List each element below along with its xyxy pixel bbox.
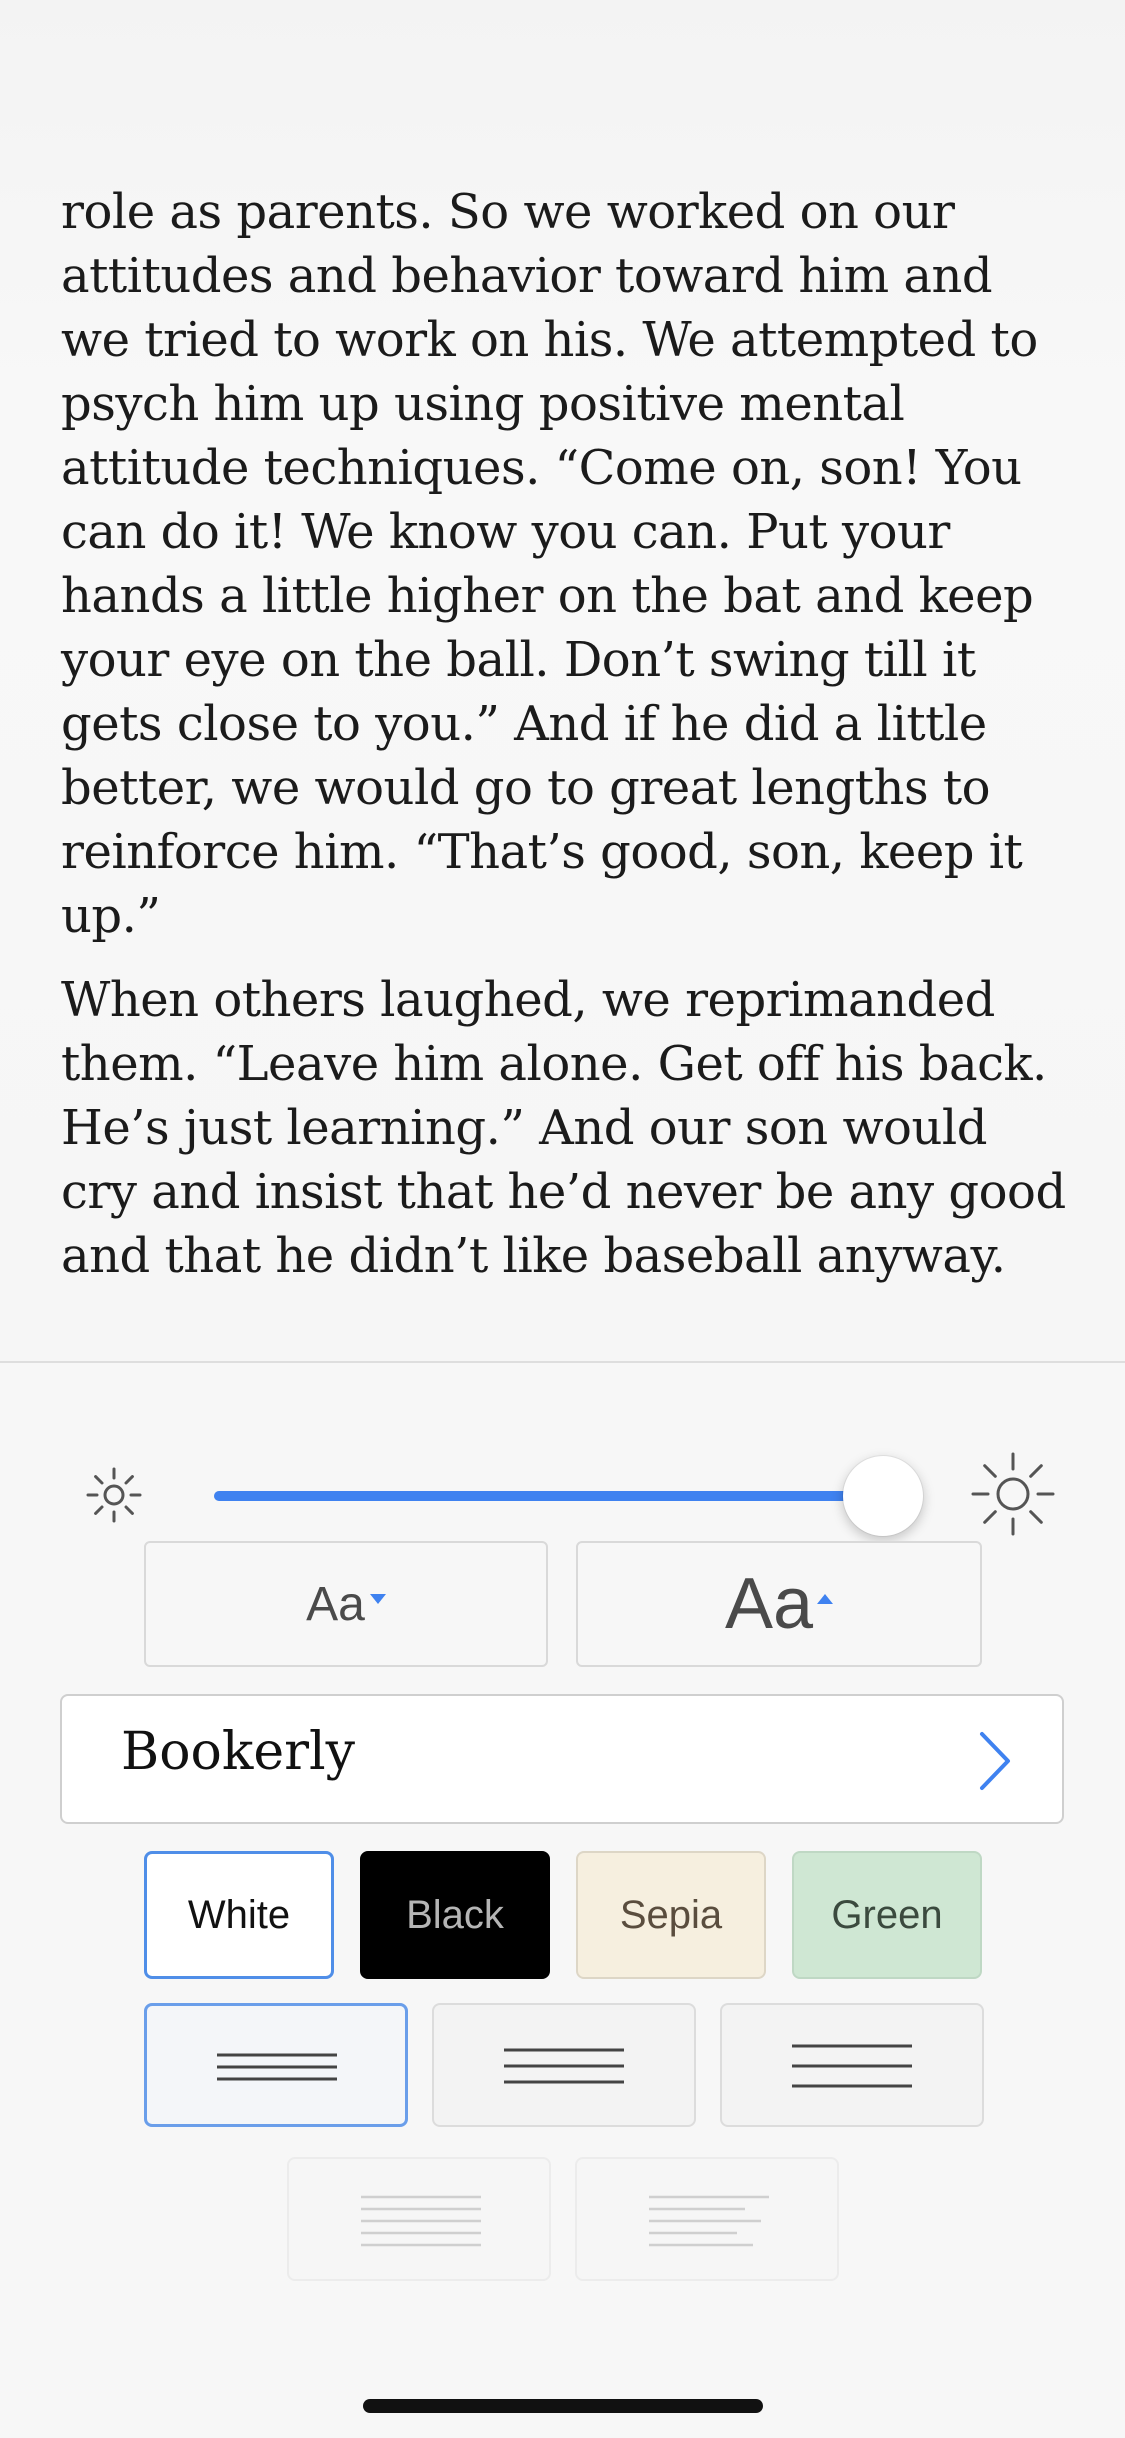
increase-font-size-button[interactable]: Aa — [576, 1541, 982, 1667]
theme-label: Black — [406, 1892, 504, 1937]
caret-down-icon — [369, 1594, 386, 1604]
home-indicator[interactable] — [363, 2399, 763, 2413]
theme-sepia-button[interactable]: Sepia — [576, 1851, 766, 1979]
line-spacing-options — [144, 2003, 984, 2127]
sun-large-icon — [971, 1452, 1055, 1536]
font-picker-button[interactable]: Bookerly — [60, 1694, 1064, 1824]
color-theme-options: White Black Sepia Green — [144, 1851, 984, 1979]
brightness-slider-thumb[interactable] — [843, 1456, 924, 1536]
align-left-button[interactable] — [575, 2157, 839, 2281]
line-spacing-wide-icon — [792, 2044, 912, 2088]
line-spacing-narrow-icon — [217, 2053, 337, 2081]
theme-black-button[interactable]: Black — [360, 1851, 550, 1979]
brightness-slider-fill — [214, 1491, 884, 1501]
line-spacing-medium-button[interactable] — [432, 2003, 696, 2127]
theme-green-button[interactable]: Green — [792, 1851, 982, 1979]
book-text: role as parents. So we worked on our att… — [61, 180, 1071, 1308]
brightness-slider[interactable] — [214, 1456, 924, 1536]
theme-label: Sepia — [619, 1892, 723, 1937]
align-left-icon — [649, 2195, 769, 2247]
text-alignment-options — [287, 2157, 839, 2281]
font-size-controls: Aa Aa — [144, 1541, 982, 1667]
decrease-font-size-label: Aa — [306, 1577, 365, 1631]
align-justify-icon — [361, 2195, 481, 2247]
reader-page: role as parents. So we worked on our att… — [0, 0, 1125, 1361]
book-paragraph-1: role as parents. So we worked on our att… — [61, 184, 1038, 944]
align-justify-button[interactable] — [287, 2157, 551, 2281]
theme-white-button[interactable]: White — [144, 1851, 334, 1979]
sun-small-icon — [86, 1467, 142, 1523]
brightness-control — [84, 1443, 1056, 1536]
decrease-font-size-button[interactable]: Aa — [144, 1541, 548, 1667]
increase-font-size-label: Aa — [724, 1564, 814, 1644]
line-spacing-wide-button[interactable] — [720, 2003, 984, 2127]
book-paragraph-2: When others laughed, we reprimanded them… — [61, 972, 1066, 1284]
line-spacing-medium-icon — [504, 2048, 624, 2084]
caret-up-icon — [817, 1594, 834, 1604]
line-spacing-narrow-button[interactable] — [144, 2003, 408, 2127]
font-name: Bookerly — [121, 1722, 355, 1782]
chevron-right-icon — [980, 1732, 1010, 1790]
theme-label: White — [187, 1892, 291, 1937]
display-settings-panel: Aa Aa Bookerly White Black Sepia Green — [0, 1361, 1125, 2438]
theme-label: Green — [831, 1892, 943, 1937]
